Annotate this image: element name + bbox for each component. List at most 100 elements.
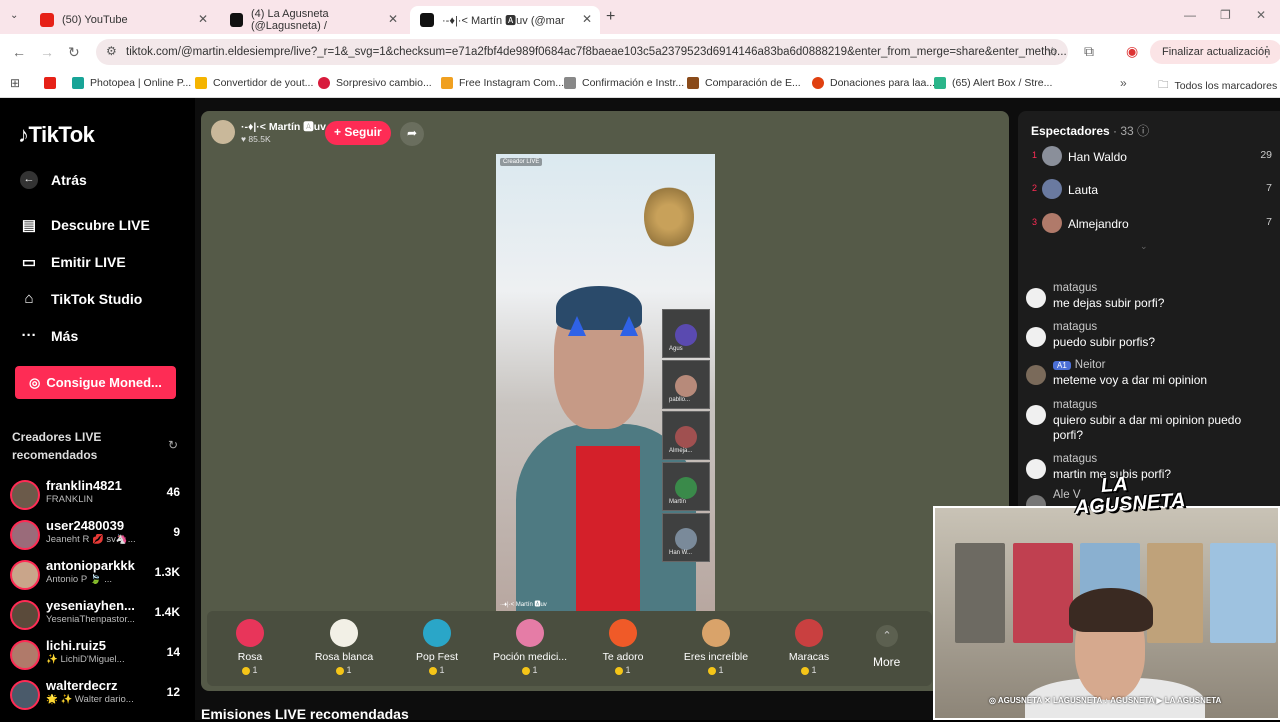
close-tab-icon[interactable]: ✕	[582, 12, 592, 26]
more-bookmarks-icon[interactable]: »	[1120, 76, 1127, 90]
tab-twitter[interactable]: (4) La Agusneta (@Lagusneta) / ✕	[220, 6, 406, 34]
follow-button[interactable]: + Seguir	[325, 121, 391, 145]
bookmark-item[interactable]: Convertidor de yout...	[195, 77, 313, 89]
bookmark-item[interactable]: Confirmación e Instr...	[564, 77, 684, 89]
gift-price-value: 1	[439, 665, 445, 675]
chat-user[interactable]: matagus	[1053, 321, 1097, 333]
hamster-icon	[702, 619, 730, 647]
share-icon[interactable]: ➦	[400, 122, 424, 146]
gift-name: Poción medici...	[492, 651, 568, 663]
gift-rosa[interactable]: Rosa 1	[203, 619, 297, 675]
gift-pocion[interactable]: Poción medici... 1	[483, 619, 577, 675]
tab-label: (50) YouTube	[62, 14, 128, 26]
gift-name: Maracas	[788, 651, 830, 663]
chat-text: quiero subir a dar mi opinion puedo porf…	[1053, 413, 1242, 442]
nav-descubre-live[interactable]: ▤ Descubre LIVE	[20, 216, 150, 234]
chat-user-name: Neitor	[1074, 359, 1106, 371]
tiktok-logo[interactable]: ♪TikTok	[18, 122, 95, 148]
back-icon[interactable]: ←	[12, 44, 26, 60]
creator-item[interactable]: walterdecrz 🌟 ✨ Walter dario... 12	[10, 676, 188, 712]
wall-poster	[955, 543, 1005, 643]
x-icon	[230, 13, 243, 27]
creator-item[interactable]: antonioparkkk Antonio P 🍃 ... 1.3K	[10, 556, 188, 592]
bookmark-item[interactable]	[44, 77, 62, 89]
tab-search-icon[interactable]: ⌄	[10, 10, 18, 21]
coin-icon	[801, 666, 810, 675]
heart-icon	[609, 619, 637, 647]
bookmark-item[interactable]: Photopea | Online P...	[72, 77, 191, 89]
site-info-icon[interactable]: ⚙	[106, 44, 117, 58]
nav-mas[interactable]: ··· Más	[20, 327, 79, 344]
nav-emitir-live[interactable]: ▭ Emitir LIVE	[20, 253, 126, 271]
gift-maracas[interactable]: Maracas 1	[762, 619, 856, 675]
host-likes: ♥ 85.5K	[241, 134, 271, 144]
avatar	[1042, 179, 1062, 199]
back-link[interactable]: ← Atrás	[20, 171, 87, 189]
url-field[interactable]: ⚙ tiktok.com/@martin.eldesiempre/live?_r…	[96, 39, 1068, 65]
update-label: Finalizar actualización	[1162, 46, 1271, 58]
chat-text: puedo subir porfis?	[1053, 335, 1156, 349]
wall-poster	[1013, 543, 1073, 643]
viewers-header[interactable]: Espectadores · 33 ⓘ	[1031, 122, 1149, 139]
coin-icon	[242, 666, 251, 675]
gift-rosa-blanca[interactable]: Rosa blanca 1	[297, 619, 391, 675]
creator-item[interactable]: yeseniayhen... YeseniaThenpastor... 1.4K	[10, 596, 188, 632]
gift-eres-increible[interactable]: Eres increíble 1	[669, 619, 763, 675]
creator-item[interactable]: lichi.ruiz5 ✨ LichiD'Miguel... 14	[10, 636, 188, 672]
bookmark-item[interactable]: Comparación de E...	[687, 77, 801, 89]
menu-icon[interactable]: ⋮	[1260, 43, 1274, 60]
nav-tiktok-studio[interactable]: ⌂ TikTok Studio	[20, 290, 142, 307]
extensions-icon[interactable]: ⧉	[1084, 43, 1094, 60]
bookmark-label: Sorpresivo cambio...	[336, 77, 432, 89]
tiktok-icon: ♪	[18, 122, 29, 147]
guest-tile[interactable]: Agus	[662, 309, 710, 358]
all-bookmarks[interactable]: 🗀 Todos los marcadores	[1158, 77, 1277, 95]
chat-user[interactable]: matagus	[1053, 453, 1097, 465]
guest-tile[interactable]: Han W...	[662, 513, 710, 562]
close-tab-icon[interactable]: ✕	[388, 12, 398, 26]
guest-tile[interactable]: Martín	[662, 462, 710, 511]
bookmark-label: Donaciones para laa...	[830, 77, 936, 89]
bookmark-item[interactable]: (65) Alert Box / Stre...	[934, 77, 1052, 89]
top-viewer[interactable]: 2 Lauta 7	[1032, 179, 1272, 201]
forward-icon[interactable]: →	[40, 44, 54, 60]
sidebar: ♪TikTok ← Atrás ▤ Descubre LIVE ▭ Emitir LI…	[0, 98, 195, 720]
tab-tiktok[interactable]: ·-♦|·< Martín 🅰uv (@mar ✕	[410, 6, 600, 34]
info-icon[interactable]: ⓘ	[1137, 124, 1149, 138]
expand-chevron-icon[interactable]: ⌄	[1140, 241, 1148, 252]
minimize-icon[interactable]: —	[1184, 8, 1196, 22]
bookmark-star-icon[interactable]: ☆	[1046, 44, 1058, 60]
bookmark-item[interactable]: Donaciones para laa...	[812, 77, 935, 89]
close-tab-icon[interactable]: ✕	[198, 12, 208, 26]
guest-avatar	[675, 528, 697, 550]
bookmark-label: Confirmación e Instr...	[582, 77, 685, 89]
top-viewer[interactable]: 3 Almejandro 7	[1032, 213, 1272, 235]
apps-icon[interactable]: ⊞	[10, 76, 20, 90]
tab-youtube[interactable]: (50) YouTube ✕	[30, 6, 216, 34]
creator-name: yeseniayhen...	[46, 598, 135, 613]
close-window-icon[interactable]: ✕	[1256, 8, 1266, 22]
chat-user[interactable]: A1 Neitor	[1053, 359, 1105, 371]
bookmark-item[interactable]: Free Instagram Com...	[441, 77, 564, 89]
gift-te-adoro[interactable]: Te adoro 1	[576, 619, 670, 675]
refresh-icon[interactable]: ↻	[168, 438, 178, 452]
more-gifts-button[interactable]: ⌃ More	[873, 625, 900, 669]
creator-name: franklin4821	[46, 478, 122, 493]
guest-tile[interactable]: Almeja...	[662, 411, 710, 460]
creator-item[interactable]: user2480039 Jeaneht R 💋 sv🦄... 9	[10, 516, 188, 552]
guest-tile[interactable]: pabllo...	[662, 360, 710, 409]
top-viewer[interactable]: 1 Han Waldo 29	[1032, 146, 1272, 168]
reload-icon[interactable]: ↻	[68, 44, 80, 61]
chat-user[interactable]: matagus	[1053, 399, 1097, 411]
chat-user[interactable]: matagus	[1053, 282, 1097, 294]
gift-pop-fest[interactable]: Pop Fest 1	[390, 619, 484, 675]
new-tab-icon[interactable]: +	[606, 8, 615, 26]
maximize-icon[interactable]: ❐	[1220, 8, 1231, 22]
get-coins-button[interactable]: ◎ Consigue Moned...	[15, 366, 176, 399]
bookmark-item[interactable]: Sorpresivo cambio...	[318, 77, 432, 89]
host-info[interactable]: ·-♦|·< Martín 🅰uv ♥ 85.5K	[211, 119, 326, 144]
profile-icon[interactable]: ◉	[1126, 43, 1138, 60]
creator-item[interactable]: franklin4821 FRANKLIN 46	[10, 476, 188, 512]
url-text: tiktok.com/@martin.eldesiempre/live?_r=1…	[126, 46, 1067, 58]
live-video[interactable]: Creador LIVE Agus pabllo... Almeja... Ma…	[496, 154, 715, 611]
